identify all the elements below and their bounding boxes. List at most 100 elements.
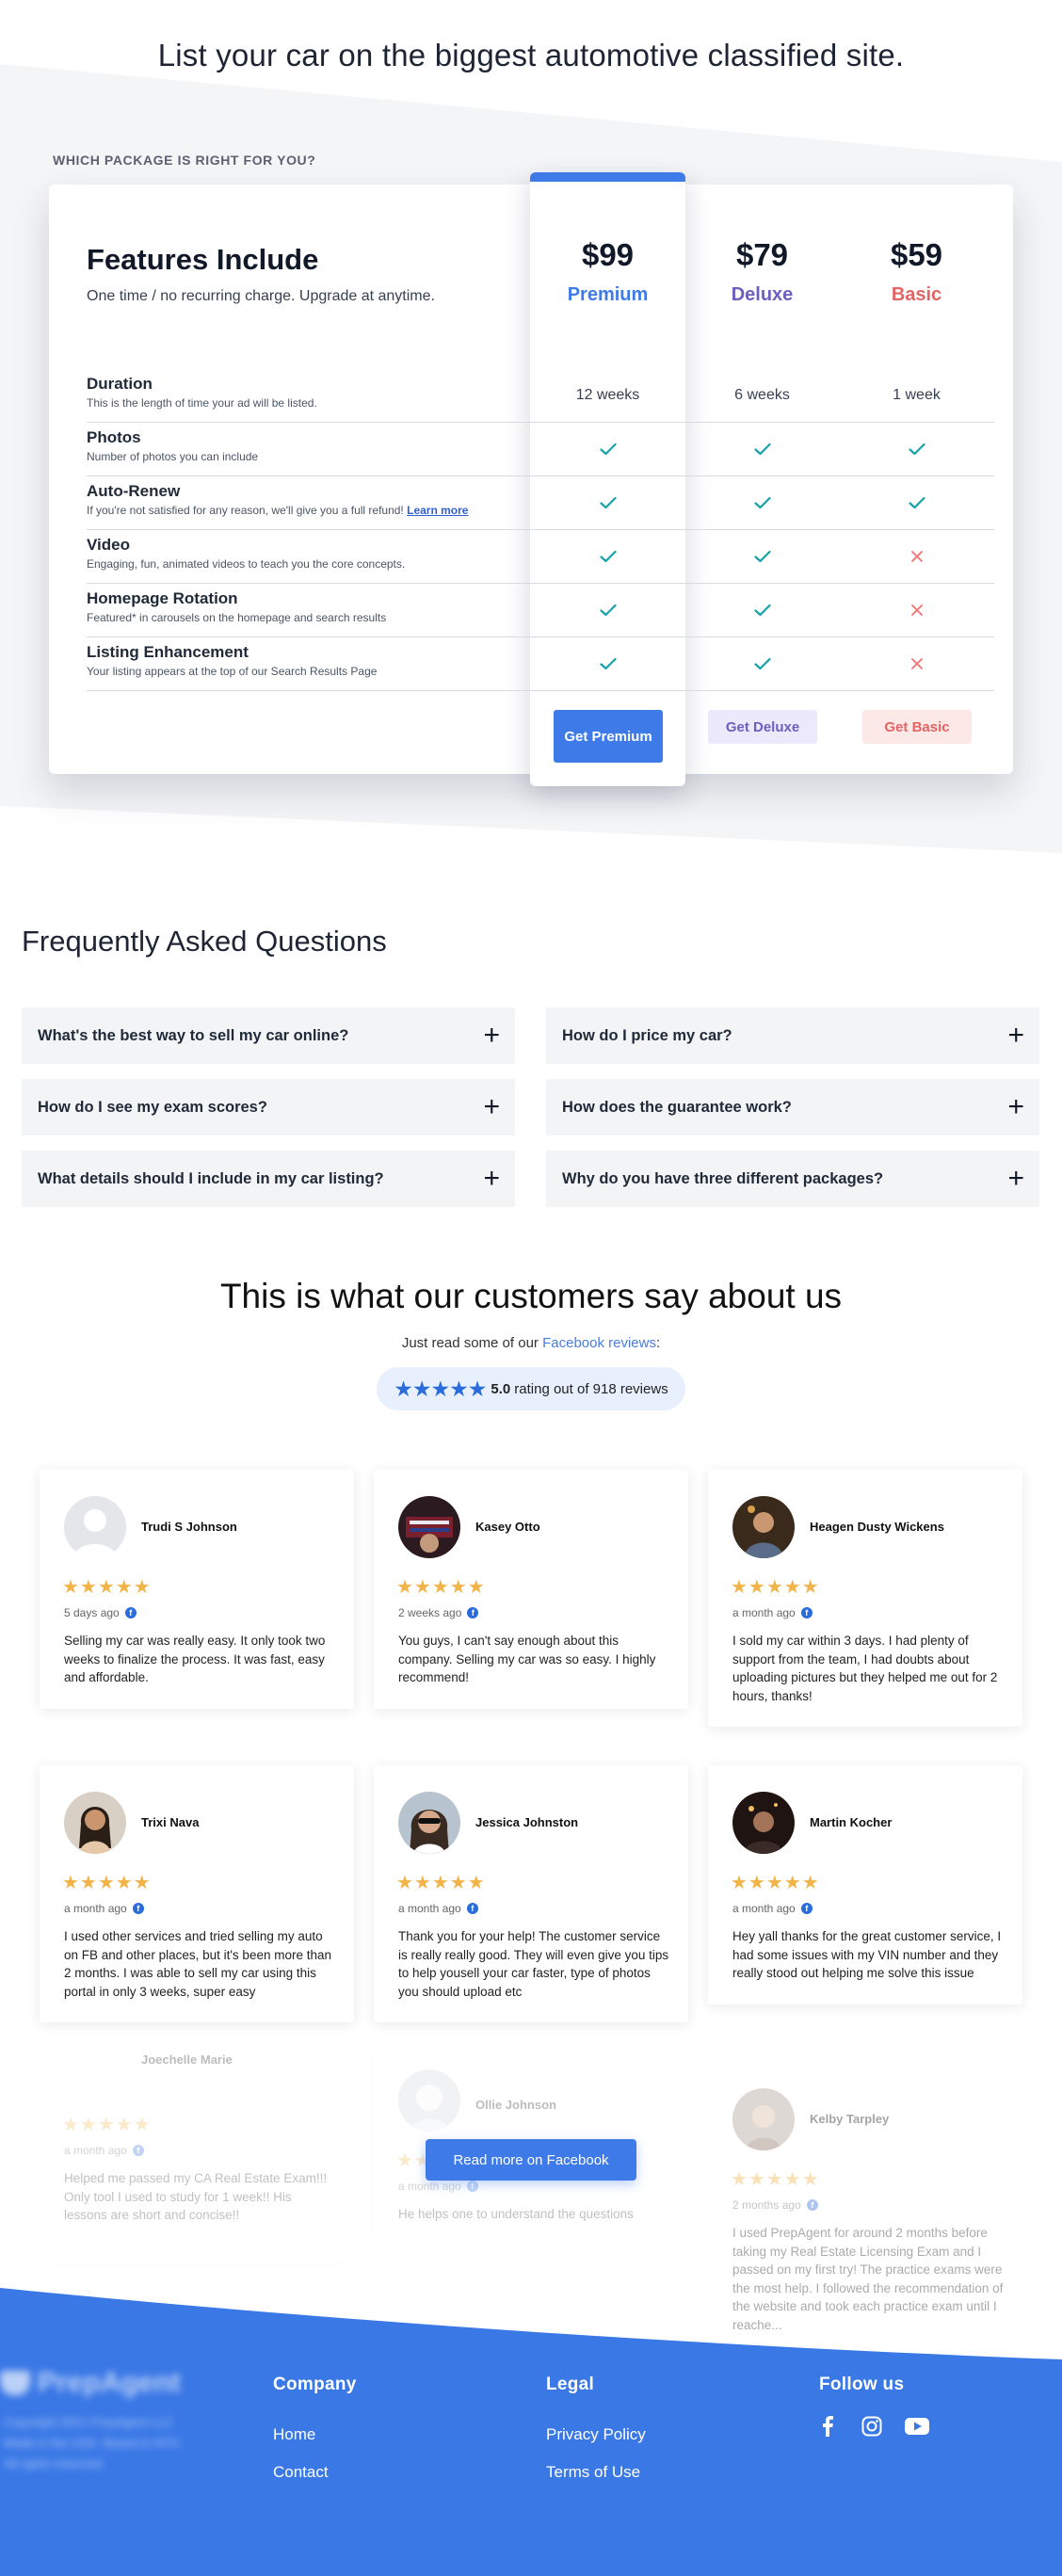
facebook-icon: f	[124, 1607, 137, 1618]
review-text: I used other services and tried selling …	[64, 1929, 332, 1999]
tier-deluxe: $79 Deluxe	[684, 237, 840, 306]
star-rating-icon: ★★★★★	[62, 2115, 152, 2135]
footer-link-terms[interactable]: Terms of Use	[546, 2463, 640, 2482]
review-text: Selling my car was really easy. It only …	[64, 1634, 326, 1684]
faq-title: Frequently Asked Questions	[22, 925, 387, 958]
check-icon	[684, 530, 840, 583]
cross-icon	[839, 584, 994, 636]
feature-description: Engaging, fun, animated videos to teach …	[87, 557, 405, 571]
review-card: Martin Kocher ★★★★★ a month ago f Hey yall t…	[708, 1765, 1022, 2004]
tier-name: Premium	[567, 284, 649, 305]
check-icon	[684, 476, 840, 529]
facebook-icon: f	[466, 2181, 478, 2192]
plus-icon[interactable]: +	[483, 1093, 500, 1121]
footer-link-privacy[interactable]: Privacy Policy	[546, 2425, 646, 2444]
get-premium-button[interactable]: Get Premium	[554, 710, 663, 763]
avatar	[732, 2088, 795, 2150]
faq-question: What details should I include in my car …	[38, 1169, 384, 1187]
feature-value: 1 week	[893, 387, 941, 403]
review-date: 5 days ago f	[64, 1606, 137, 1619]
cross-icon	[839, 530, 994, 583]
footer-link-contact[interactable]: Contact	[273, 2463, 329, 2482]
facebook-icon: f	[800, 1903, 813, 1914]
review-date: a month ago f	[64, 1902, 144, 1915]
footer-follow-title: Follow us	[819, 2375, 905, 2394]
footer-legal-title: Legal	[546, 2375, 595, 2394]
review-date-text: a month ago	[732, 1606, 796, 1619]
avatar	[398, 1792, 460, 1854]
star-rating-icon: ★★★★★	[62, 1873, 152, 1893]
reviewer-name[interactable]: Heagen Dusty Wickens	[810, 1520, 944, 1534]
footer: PrepAgent Copyright 2021 PrepAgent LLC M…	[0, 2269, 1062, 2576]
faq-item[interactable]: What details should I include in my car …	[22, 1151, 515, 1207]
review-card: Jessica Johnston ★★★★★ a month ago f Thank y…	[374, 1765, 688, 2022]
avatar	[732, 1496, 795, 1558]
feature-description: Number of photos you can include	[87, 450, 258, 463]
avatar	[398, 2069, 460, 2132]
faq-item[interactable]: Why do you have three different packages…	[546, 1151, 1039, 1207]
faq-item[interactable]: What's the best way to sell my car onlin…	[22, 1007, 515, 1064]
facebook-icon[interactable]	[815, 2414, 840, 2439]
reviewer-name[interactable]: Martin Kocher	[810, 1815, 892, 1829]
reviewer-name[interactable]: Kasey Otto	[475, 1520, 540, 1534]
instagram-icon[interactable]	[860, 2414, 884, 2439]
review-date: 2 weeks ago f	[398, 1606, 479, 1619]
faq-item[interactable]: How do I see my exam scores? +	[22, 1079, 515, 1135]
reviewer-name[interactable]: Ollie Johnson	[475, 2098, 556, 2112]
reviewer-name[interactable]: Trudi S Johnson	[141, 1520, 237, 1534]
features-subtitle: One time / no recurring charge. Upgrade …	[87, 288, 435, 304]
brand-logo[interactable]: PrepAgent	[0, 2367, 207, 2399]
review-date: a month ago f	[398, 2180, 478, 2193]
plus-icon[interactable]: +	[483, 1165, 500, 1193]
reviewer-name[interactable]: Joechelle Marie	[141, 2053, 233, 2067]
tier-premium: $99 Premium	[530, 237, 685, 306]
feature-row: Video Engaging, fun, animated videos to t…	[87, 530, 994, 584]
review-date: a month ago f	[732, 1606, 813, 1619]
review-text: Hey yall thanks for the great customer s…	[732, 1929, 1002, 1980]
plus-icon[interactable]: +	[483, 1022, 500, 1050]
star-rating-icon: ★★★★★	[731, 1873, 820, 1893]
get-deluxe-button[interactable]: Get Deluxe	[708, 710, 817, 744]
faq-question: How do I see my exam scores?	[38, 1098, 267, 1116]
faq-item[interactable]: How does the guarantee work? +	[546, 1079, 1039, 1135]
plus-icon[interactable]: +	[1007, 1022, 1024, 1050]
feature-description-text: This is the length of time your ad will …	[87, 396, 317, 410]
review-date-text: 2 weeks ago	[398, 1606, 462, 1619]
feature-row: Homepage Rotation Featured* in carousels …	[87, 584, 994, 637]
feature-value: 6 weeks	[734, 387, 790, 403]
plus-icon[interactable]: +	[1007, 1165, 1024, 1193]
review-text: I sold my car within 3 days. I had plent…	[732, 1634, 998, 1703]
reviewer-name[interactable]: Jessica Johnston	[475, 1815, 578, 1829]
avatar	[398, 1496, 460, 1558]
read-more-facebook-button[interactable]: Read more on Facebook	[426, 2139, 636, 2181]
review-date-text: a month ago	[64, 1902, 127, 1915]
brand-line: Made in the USA. Based in NYC.	[4, 2436, 184, 2450]
avatar	[64, 1792, 126, 1854]
features-title: Features Include	[87, 243, 319, 276]
check-icon	[530, 584, 685, 636]
review-card: Trudi S Johnson ★★★★★ 5 days ago f Selling m…	[40, 1470, 354, 1709]
faq-item[interactable]: How do I price my car? +	[546, 1007, 1039, 1064]
subtitle-prefix: Just read some of our	[401, 1335, 543, 1351]
facebook-reviews-link[interactable]: Facebook reviews	[542, 1335, 656, 1351]
plus-icon[interactable]: +	[1007, 1093, 1024, 1121]
feature-description-text: If you're not satisfied for any reason, …	[87, 504, 404, 517]
footer-company-title: Company	[273, 2375, 357, 2394]
reviewer-name[interactable]: Trixi Nava	[141, 1815, 199, 1829]
facebook-icon: f	[466, 1903, 478, 1914]
package-question: WHICH PACKAGE IS RIGHT FOR YOU?	[53, 153, 316, 168]
youtube-icon[interactable]	[905, 2414, 929, 2439]
learn-more-link[interactable]: Learn more	[407, 504, 468, 517]
tier-price: $79	[735, 237, 789, 272]
footer-link-home[interactable]: Home	[273, 2425, 315, 2444]
review-date: a month ago f	[732, 1902, 813, 1915]
feature-row: Auto-Renew If you're not satisfied for an…	[87, 476, 994, 530]
get-basic-button[interactable]: Get Basic	[862, 710, 972, 744]
review-date-text: a month ago	[398, 2180, 461, 2193]
facebook-icon: f	[800, 1607, 813, 1618]
reviewer-name[interactable]: Kelby Tarpley	[810, 2112, 889, 2126]
star-rating-icon: ★★★★★	[396, 1873, 486, 1893]
review-card: Kasey Otto ★★★★★ 2 weeks ago f You guys, I c…	[374, 1470, 688, 1709]
feature-description-text: Featured* in carousels on the homepage a…	[87, 611, 387, 624]
facebook-icon: f	[467, 1607, 479, 1618]
